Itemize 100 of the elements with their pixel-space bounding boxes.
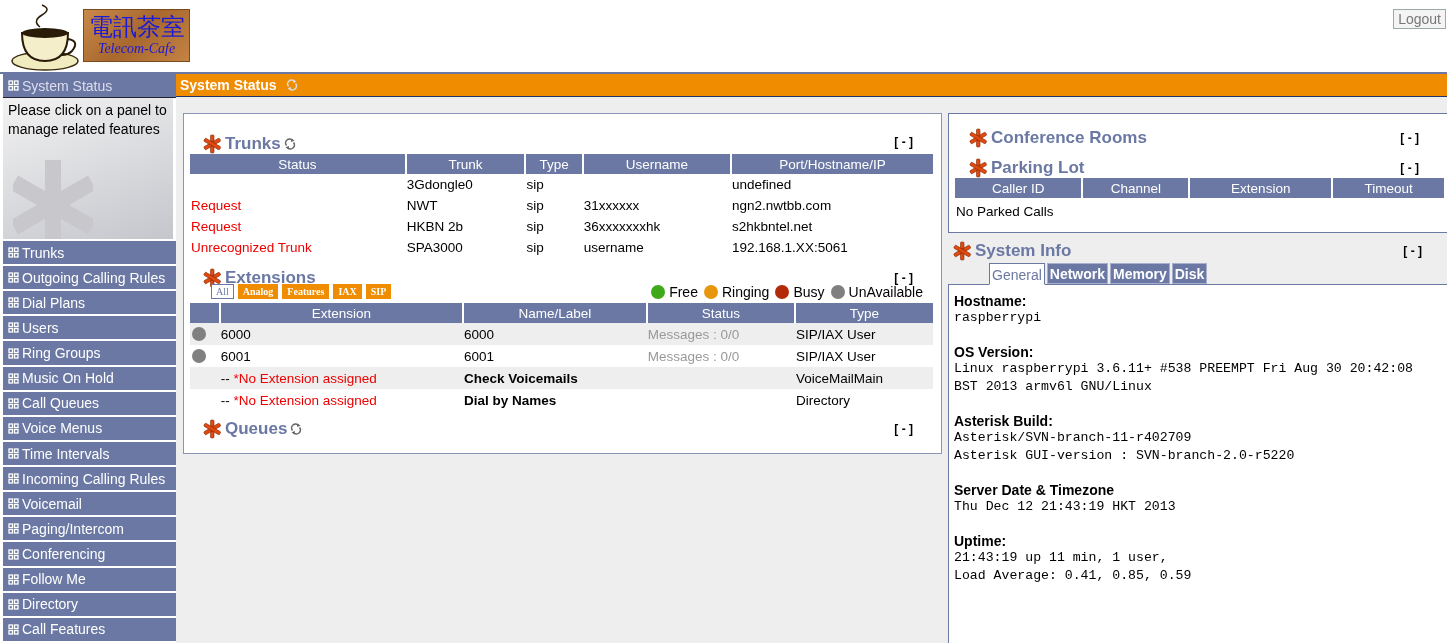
warning-text: *No Extension assigned — [233, 370, 377, 386]
info-heading: OS Version: — [954, 344, 1035, 360]
filter-button[interactable]: SIP — [365, 284, 392, 299]
table-cell: sip — [526, 219, 544, 234]
sidebar-item[interactable]: Trunks — [3, 241, 179, 267]
filter-button[interactable]: Features — [282, 284, 330, 299]
grid-icon — [8, 372, 19, 384]
column-header: Type — [795, 303, 933, 323]
legend-label: Busy — [793, 284, 825, 300]
grid-icon — [8, 623, 19, 635]
table-cell: NWT — [406, 198, 438, 213]
asterisk-icon — [202, 419, 222, 439]
grid-icon — [8, 397, 19, 409]
legend-label: Free — [669, 284, 698, 300]
sidebar-item[interactable]: Time Intervals — [3, 442, 179, 468]
sidebar-item[interactable]: Call Queues — [3, 391, 179, 417]
table-cell: SIP/IAX User — [796, 326, 876, 342]
info-heading: Server Date & Timezone — [954, 482, 1116, 498]
logo-text: 電訊茶室 — [88, 14, 185, 41]
table-cell: Check Voicemails — [464, 370, 578, 386]
section-title: Parking Lot — [991, 158, 1085, 178]
tab[interactable]: Network — [1046, 263, 1109, 284]
table-cell: VoiceMailMain — [796, 370, 884, 386]
info-value: Asterisk/SVN-branch-11-r402709 — [954, 429, 1193, 447]
table-cell: 6001 — [464, 348, 495, 364]
dash-text: -- — [220, 370, 230, 386]
grid-icon — [8, 272, 19, 284]
tab[interactable]: General — [989, 263, 1045, 285]
table-cell: username — [583, 240, 644, 255]
grid-icon — [8, 498, 19, 510]
table-cell: SIP/IAX User — [796, 348, 876, 364]
table-cell: Dial by Names — [464, 392, 557, 408]
sidebar-item[interactable]: Music On Hold — [3, 366, 179, 392]
filter-button[interactable]: IAX — [333, 284, 362, 299]
column-header: Username — [582, 154, 732, 174]
table-cell: Messages : 0/0 — [647, 348, 740, 364]
grid-icon — [8, 347, 19, 359]
info-value: 21:43:19 up 11 min, 1 user, — [954, 549, 1169, 567]
table-cell: 3Gdongle0 — [406, 177, 473, 192]
column-header: Channel — [1082, 178, 1190, 198]
refresh-icon[interactable] — [283, 138, 296, 150]
sidebar-item[interactable]: Conferencing — [3, 542, 179, 568]
info-heading: Uptime: — [954, 533, 1008, 549]
column-header: Type — [525, 154, 583, 174]
sidebar-item[interactable]: Follow Me — [3, 567, 179, 593]
info-value: Asterisk GUI-version : SVN-branch-2.0-r5220 — [954, 447, 1296, 465]
column-header: Extension — [1189, 178, 1333, 198]
empty-message: No Parked Calls — [956, 204, 1054, 219]
column-header: Status — [646, 303, 795, 323]
sidebar-item[interactable]: Ring Groups — [3, 341, 179, 367]
info-value: Load Average: 0.41, 0.85, 0.59 — [954, 567, 1193, 585]
column-header: Port/Hostname/IP — [731, 154, 933, 174]
grid-icon — [8, 422, 19, 434]
grid-icon — [8, 247, 19, 259]
sidebar-item[interactable]: Paging/Intercom — [3, 517, 179, 543]
table-cell: s2hkbntel.net — [732, 219, 813, 234]
collapse-button[interactable]: [ - ] — [1400, 131, 1419, 145]
table-cell: Messages : 0/0 — [647, 326, 740, 342]
sidebar-item[interactable]: Dial Plans — [3, 291, 179, 317]
section-title: Trunks — [225, 134, 281, 154]
trunk-status: Request — [191, 198, 242, 213]
table-cell: 31xxxxxx — [583, 198, 640, 213]
column-header: Caller ID — [955, 178, 1083, 198]
section-title: System Info — [975, 241, 1072, 261]
collapse-button[interactable]: [ - ] — [894, 422, 913, 436]
filter-button[interactable]: Analog — [237, 284, 279, 299]
dash-text: -- — [220, 392, 230, 408]
info-heading: Hostname: — [954, 293, 1028, 309]
sidebar-item[interactable]: Users — [3, 316, 179, 342]
warning-text: *No Extension assigned — [233, 392, 377, 408]
collapse-button[interactable]: [ - ] — [1400, 161, 1419, 175]
filter-button[interactable]: All — [211, 284, 234, 299]
grid-icon — [8, 598, 19, 610]
sidebar-item[interactable]: Call Features — [3, 617, 179, 643]
sidebar-item[interactable]: Voice Menus — [3, 416, 179, 442]
info-value: raspberrypi — [954, 309, 1043, 327]
tab[interactable]: Memory — [1110, 263, 1170, 284]
legend-label: UnAvailable — [848, 284, 923, 300]
tab[interactable]: Disk — [1171, 263, 1208, 284]
asterisk-icon — [202, 134, 222, 154]
asterisk-icon — [968, 158, 988, 178]
grid-icon — [8, 448, 19, 460]
section-title: Queues — [225, 419, 288, 439]
sidebar-item[interactable]: Incoming Calling Rules — [3, 467, 179, 493]
trunk-status: Request — [191, 219, 242, 234]
logo-text: Telecom-Cafe — [97, 41, 176, 57]
column-header: Name/Label — [463, 303, 647, 323]
collapse-button[interactable]: [ - ] — [894, 271, 913, 285]
sidebar-item[interactable]: Outgoing Calling Rules — [3, 266, 179, 292]
collapse-button[interactable]: [ - ] — [894, 135, 913, 149]
refresh-icon[interactable] — [290, 423, 303, 435]
sidebar-item[interactable]: Directory — [3, 592, 179, 618]
table-cell: 36xxxxxxxhk — [583, 219, 661, 234]
logout-button[interactable]: Logout — [1393, 9, 1446, 29]
sidebar-item[interactable]: Voicemail — [3, 492, 179, 518]
collapse-button[interactable]: [ - ] — [1403, 244, 1422, 258]
grid-icon — [8, 297, 19, 309]
asterisk-icon — [968, 128, 988, 148]
table-cell: sip — [526, 177, 544, 192]
sidebar-item[interactable]: System Status — [3, 74, 179, 99]
